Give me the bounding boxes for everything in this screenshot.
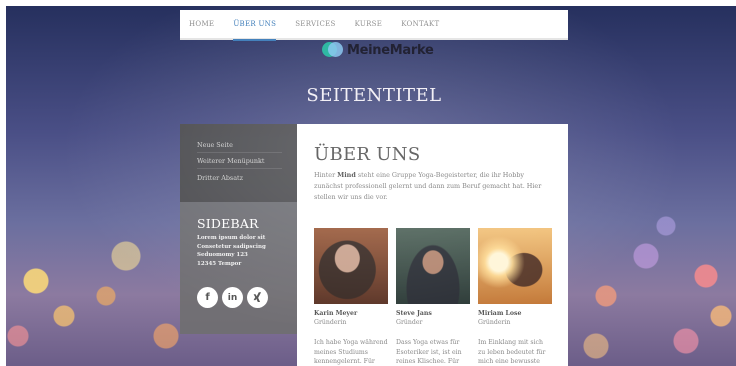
subnav-item-weiterer-menuepunkt[interactable]: Weiterer Menüpunkt: [197, 154, 282, 169]
member-name: Karin Meyer: [314, 310, 358, 317]
top-navigation: HOME ÜBER UNS SERVICES KURSE KONTAKT: [180, 9, 568, 41]
logo-text: MeineMarke: [347, 42, 434, 58]
member-photo: [314, 228, 388, 304]
subnav-item-dritter-absatz[interactable]: Dritter Absatz: [197, 170, 282, 185]
social-links: f in: [197, 287, 297, 309]
member-bio: Ich habe Yoga während meines Studiums ke…: [314, 339, 388, 366]
section-heading: ÜBER UNS: [314, 144, 421, 165]
team-member-card: Steve Jans Gründer Dass Yoga etwas für E…: [396, 228, 470, 366]
sidebar-line: Lorem ipsum dolor sit: [197, 235, 266, 241]
nav-kurse[interactable]: KURSE: [355, 9, 383, 39]
main-content: ÜBER UNS Hinter Mind steht eine Gruppe Y…: [297, 124, 568, 366]
page-title: SEITENTITEL: [306, 85, 442, 106]
member-role: Gründerin: [314, 319, 347, 326]
member-bio: Dass Yoga etwas für Esoteriker ist, ist …: [396, 339, 462, 366]
member-name: Steve Jans: [396, 310, 432, 317]
facebook-icon[interactable]: f: [197, 287, 218, 309]
sidebar-title: SIDEBAR: [197, 216, 259, 231]
sidebar-line: Seduomomy 123: [197, 252, 248, 259]
nav-home[interactable]: HOME: [189, 9, 214, 39]
member-name: Miriam Lose: [478, 310, 522, 317]
logo-mark-icon: [322, 41, 344, 59]
member-role: Gründer: [396, 319, 423, 326]
member-role: Gründerin: [478, 319, 511, 326]
sidebar-line: Consetetur sadipscing: [197, 243, 266, 250]
xing-icon[interactable]: [247, 287, 268, 309]
sidebar-line: 12345 Tempor: [197, 260, 242, 267]
brand-logo[interactable]: MeineMarke: [322, 41, 434, 59]
subnav-item-neue-seite[interactable]: Neue Seite: [197, 138, 282, 153]
team-member-card: Miriam Lose Gründerin Im Einklang mit si…: [478, 228, 552, 366]
member-photo: [396, 228, 470, 304]
sub-navigation: Neue Seite Weiterer Menüpunkt Dritter Ab…: [180, 124, 297, 202]
linkedin-icon[interactable]: in: [222, 287, 243, 309]
member-bio: Im Einklang mit sich zu leben bedeutet f…: [478, 339, 546, 366]
team-list: Karin Meyer Gründerin Ich habe Yoga währ…: [314, 228, 560, 366]
hero-background: HOME ÜBER UNS SERVICES KURSE KONTAKT Mei…: [6, 6, 736, 366]
intro-text: Hinter Mind steht eine Gruppe Yoga-Begei…: [314, 171, 542, 201]
nav-services[interactable]: SERVICES: [295, 9, 335, 39]
nav-ueber-uns[interactable]: ÜBER UNS: [233, 9, 277, 41]
sidebar: SIDEBAR Lorem ipsum dolor sit Consetetur…: [180, 202, 297, 334]
nav-kontakt[interactable]: KONTAKT: [401, 9, 439, 39]
member-photo: [478, 228, 552, 304]
team-member-card: Karin Meyer Gründerin Ich habe Yoga währ…: [314, 228, 388, 366]
